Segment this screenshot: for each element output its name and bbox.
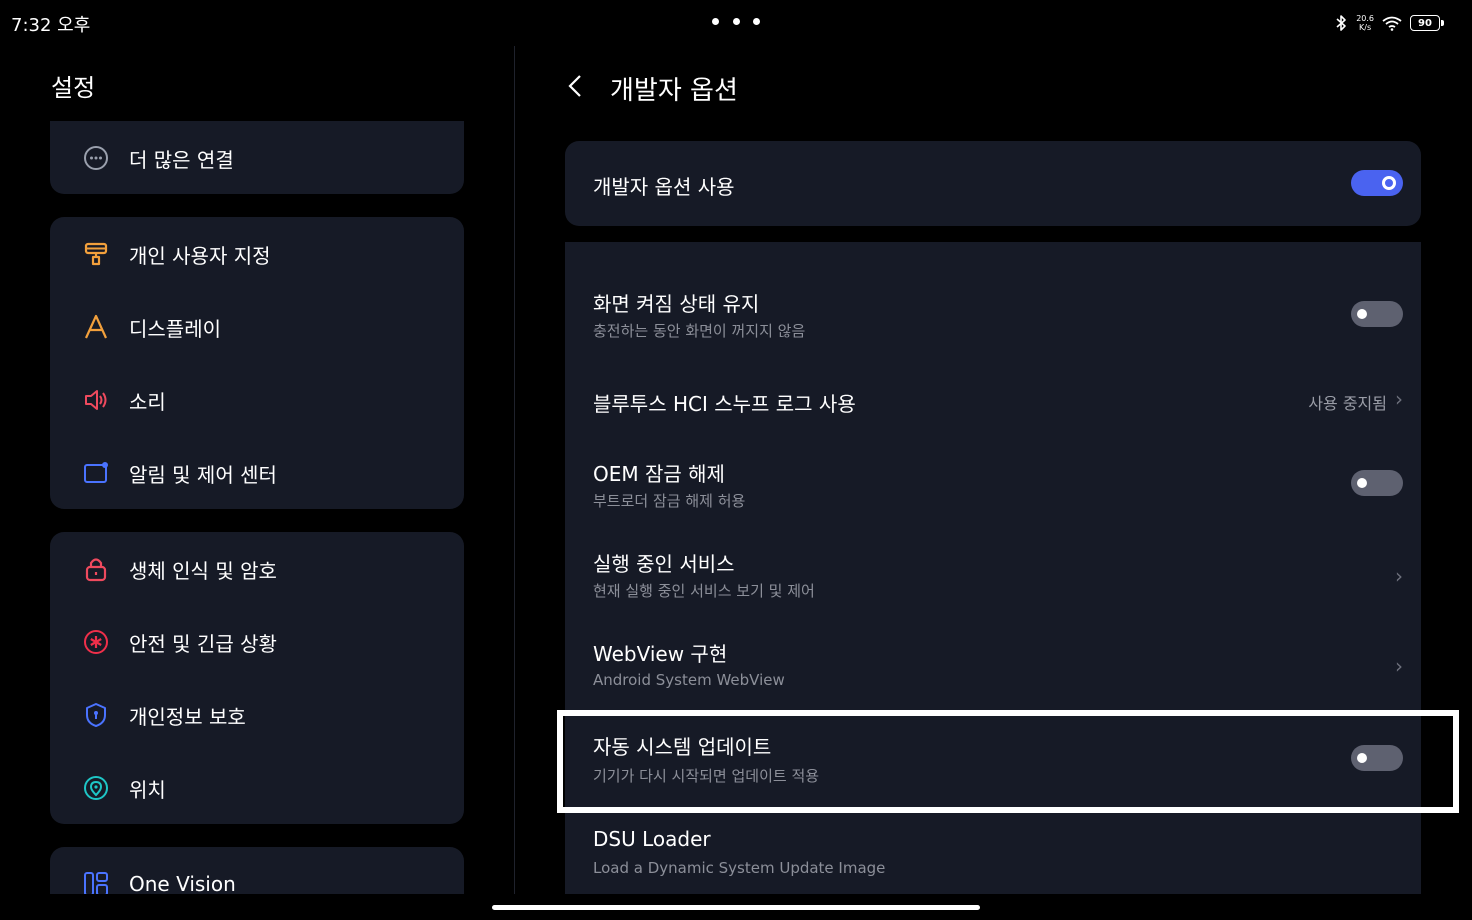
chevron-right-icon: › <box>1395 654 1403 678</box>
one-vision-icon <box>83 871 109 894</box>
status-time: 7:32 오후 <box>11 15 91 36</box>
setting-auto-system-update[interactable]: 자동 시스템 업데이트 기기가 다시 시작되면 업데이트 적용 <box>565 727 1421 797</box>
page-title: 개발자 옵션 <box>610 76 738 106</box>
stay-awake-toggle[interactable] <box>1351 301 1403 327</box>
status-indicators: 20.6 K/s 90 <box>1334 12 1444 34</box>
sidebar-card-personal: 개인 사용자 지정 디스플레이 소리 알림 및 제어 센터 <box>50 217 464 509</box>
sidebar-title: 설정 <box>51 74 96 102</box>
master-toggle-card: 개발자 옵션 사용 <box>565 141 1421 226</box>
lock-icon <box>83 556 109 582</box>
shield-icon <box>83 702 109 728</box>
chevron-left-icon <box>568 75 581 97</box>
notification-icon <box>83 460 109 486</box>
location-icon <box>83 775 109 801</box>
more-connections-icon <box>83 145 109 171</box>
wifi-icon <box>1382 16 1402 31</box>
auto-system-update-toggle[interactable] <box>1351 745 1403 771</box>
chevron-right-icon: › <box>1395 387 1403 411</box>
sidebar-item-label: 알림 및 제어 센터 <box>129 462 277 487</box>
setting-subtitle: 기기가 다시 시작되면 업데이트 적용 <box>593 767 820 785</box>
developer-options-pane: 개발자 옵션 개발자 옵션 사용 화면 켜짐 상태 유지 충전하는 동안 화면이… <box>515 46 1472 894</box>
setting-subtitle: 부트로더 잠금 해제 허용 <box>593 492 746 510</box>
sidebar-item-label: 위치 <box>129 777 166 802</box>
net-speed: 20.6 K/s <box>1356 14 1374 32</box>
back-button[interactable] <box>563 72 587 100</box>
setting-webview[interactable]: WebView 구현 Android System WebView › <box>565 634 1421 704</box>
setting-stay-awake[interactable]: 화면 켜짐 상태 유지 충전하는 동안 화면이 꺼지지 않음 <box>565 282 1421 352</box>
sidebar-item-display[interactable]: 디스플레이 <box>50 292 464 362</box>
sidebar-item-label: 디스플레이 <box>129 316 221 341</box>
sidebar-card-connections: 더 많은 연결 <box>50 121 464 194</box>
sidebar-item-location[interactable]: 위치 <box>50 753 464 823</box>
sidebar-item-notifications[interactable]: 알림 및 제어 센터 <box>50 438 464 508</box>
sidebar-item-sound[interactable]: 소리 <box>50 365 464 435</box>
bluetooth-icon <box>1336 15 1346 31</box>
sidebar-item-label: 개인정보 보호 <box>129 704 246 729</box>
sidebar-item-one-vision[interactable]: One Vision <box>50 849 464 894</box>
settings-list-card: 화면 켜짐 상태 유지 충전하는 동안 화면이 꺼지지 않음 블루투스 HCI … <box>565 242 1421 894</box>
setting-bluetooth-hci-snoop[interactable]: 블루투스 HCI 스누프 로그 사용 사용 중지됨 › <box>565 382 1421 422</box>
setting-running-services[interactable]: 실행 중인 서비스 현재 실행 중인 서비스 보기 및 제어 › <box>565 542 1421 612</box>
sidebar-item-more-connections[interactable]: 더 많은 연결 <box>50 123 464 193</box>
emergency-icon <box>83 629 109 655</box>
sidebar-item-privacy[interactable]: 개인정보 보호 <box>50 680 464 750</box>
setting-dsu-loader[interactable]: DSU Loader Load a Dynamic System Update … <box>565 822 1421 892</box>
setting-title: WebView 구현 <box>593 642 728 666</box>
status-bar: 7:32 오후 20.6 K/s 90 <box>0 0 1472 46</box>
speaker-icon <box>83 387 109 413</box>
setting-oem-unlock[interactable]: OEM 잠금 해제 부트로더 잠금 해제 허용 <box>565 452 1421 522</box>
oem-unlock-toggle[interactable] <box>1351 470 1403 496</box>
developer-options-toggle[interactable] <box>1351 170 1403 196</box>
setting-title: DSU Loader <box>593 827 711 851</box>
setting-value: 사용 중지됨 <box>1308 394 1387 413</box>
setting-title: 개발자 옵션 사용 <box>593 175 735 199</box>
chevron-right-icon: › <box>1395 564 1403 588</box>
setting-title: 블루투스 HCI 스누프 로그 사용 <box>593 392 856 416</box>
settings-sidebar: 설정 더 많은 연결 개인 사용자 지정 디스플레이 소리 알림 및 제어 센터… <box>0 46 514 894</box>
paint-roller-icon <box>83 241 109 267</box>
sidebar-item-emergency[interactable]: 안전 및 긴급 상황 <box>50 607 464 677</box>
setting-title: 화면 켜짐 상태 유지 <box>593 292 760 316</box>
sidebar-item-label: 소리 <box>129 389 166 414</box>
setting-title: 실행 중인 서비스 <box>593 552 735 576</box>
sidebar-item-label: One Vision <box>129 872 236 894</box>
sidebar-item-personalization[interactable]: 개인 사용자 지정 <box>50 219 464 289</box>
setting-title: 자동 시스템 업데이트 <box>593 735 772 759</box>
setting-developer-options[interactable]: 개발자 옵션 사용 <box>565 141 1421 226</box>
setting-subtitle: 충전하는 동안 화면이 꺼지지 않음 <box>593 322 806 340</box>
sidebar-item-label: 더 많은 연결 <box>129 147 234 172</box>
sidebar-item-label: 생체 인식 및 암호 <box>129 558 277 583</box>
sidebar-item-biometrics[interactable]: 생체 인식 및 암호 <box>50 534 464 604</box>
sidebar-card-vision: One Vision <box>50 847 464 894</box>
setting-subtitle: Load a Dynamic System Update Image <box>593 859 886 877</box>
setting-subtitle: Android System WebView <box>593 671 785 689</box>
more-dots-icon[interactable] <box>712 18 760 26</box>
display-a-icon <box>83 314 109 340</box>
battery-icon: 90 <box>1410 15 1444 31</box>
sidebar-card-security: 생체 인식 및 암호 안전 및 긴급 상황 개인정보 보호 위치 <box>50 532 464 824</box>
sidebar-item-label: 안전 및 긴급 상황 <box>129 631 277 656</box>
setting-title: OEM 잠금 해제 <box>593 462 725 486</box>
sidebar-item-label: 개인 사용자 지정 <box>129 243 271 268</box>
gesture-nav-bar[interactable] <box>492 905 980 910</box>
setting-subtitle: 현재 실행 중인 서비스 보기 및 제어 <box>593 582 815 600</box>
